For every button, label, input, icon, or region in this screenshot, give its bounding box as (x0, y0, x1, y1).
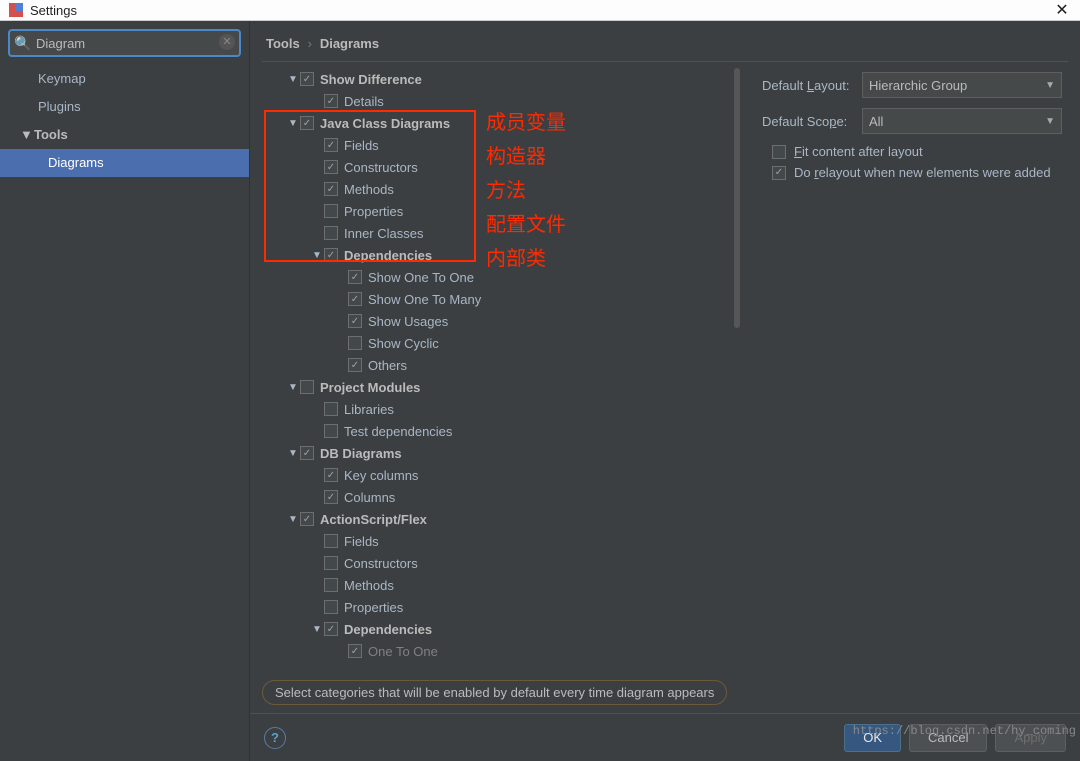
tree-node-show-one-to-one[interactable]: Show One To One (368, 270, 474, 285)
default-layout-dropdown[interactable]: Hierarchic Group ▼ (862, 72, 1062, 98)
checkbox[interactable] (772, 145, 786, 159)
tree-pane: ▼ Show Difference Details ▼ Java Class Dia… (262, 61, 742, 668)
checkbox[interactable] (324, 424, 338, 438)
tree-node-show-one-to-many[interactable]: Show One To Many (368, 292, 481, 307)
chevron-down-icon: ▼ (20, 125, 30, 145)
tree-node-as-fields[interactable]: Fields (344, 534, 379, 549)
default-scope-label: Default Scope: (762, 114, 862, 129)
do-relayout-label: Do relayout when new elements were added (794, 165, 1051, 180)
tree-node-dependencies[interactable]: Dependencies (344, 248, 432, 263)
chevron-down-icon[interactable]: ▼ (286, 448, 300, 459)
checkbox[interactable] (324, 138, 338, 152)
checkbox[interactable] (348, 644, 362, 658)
tree-node-actionscript-flex[interactable]: ActionScript/Flex (320, 512, 427, 527)
checkbox[interactable] (324, 578, 338, 592)
sidebar: 🔍 ✕ Keymap Plugins ▼ Tools Diagrams (0, 21, 250, 761)
tree-node-details[interactable]: Details (344, 94, 384, 109)
clear-search-icon[interactable]: ✕ (219, 34, 235, 50)
right-pane: Default Layout: Hierarchic Group ▼ Defau… (742, 61, 1068, 668)
tree-node-db-diagrams[interactable]: DB Diagrams (320, 446, 402, 461)
checkbox[interactable] (324, 160, 338, 174)
default-scope-dropdown[interactable]: All ▼ (862, 108, 1062, 134)
default-layout-label: Default Layout: (762, 78, 862, 93)
fit-content-label: Fit content after layout (794, 144, 923, 159)
checkbox[interactable] (324, 468, 338, 482)
chevron-down-icon[interactable]: ▼ (286, 382, 300, 393)
breadcrumb: Tools › Diagrams (250, 21, 1080, 61)
checkbox[interactable] (324, 490, 338, 504)
sidebar-item-diagrams[interactable]: Diagrams (0, 149, 249, 177)
checkbox[interactable] (772, 166, 786, 180)
checkbox[interactable] (300, 380, 314, 394)
sidebar-item-plugins[interactable]: Plugins (0, 93, 249, 121)
checkbox[interactable] (300, 512, 314, 526)
breadcrumb-leaf: Diagrams (320, 36, 379, 51)
chevron-down-icon[interactable]: ▼ (286, 118, 300, 129)
checkbox[interactable] (324, 204, 338, 218)
checkbox[interactable] (324, 248, 338, 262)
checkbox[interactable] (324, 94, 338, 108)
chevron-down-icon[interactable]: ▼ (286, 514, 300, 525)
tree-node-java-class-diagrams[interactable]: Java Class Diagrams (320, 116, 450, 131)
tree-node-key-columns[interactable]: Key columns (344, 468, 418, 483)
tree-node-as-one-to-one[interactable]: One To One (368, 644, 438, 659)
checkbox[interactable] (348, 314, 362, 328)
search-icon: 🔍 (14, 35, 31, 52)
checkbox[interactable] (348, 270, 362, 284)
tree-node-as-constructors[interactable]: Constructors (344, 556, 418, 571)
tree-node-fields[interactable]: Fields (344, 138, 379, 153)
tree-node-show-cyclic[interactable]: Show Cyclic (368, 336, 439, 351)
watermark: https://blog.csdn.net/hy_coming (853, 724, 1076, 738)
tree-node-show-usages[interactable]: Show Usages (368, 314, 448, 329)
close-icon[interactable]: ✕ (1052, 0, 1072, 20)
search-input[interactable] (8, 29, 241, 57)
tree-node-as-properties[interactable]: Properties (344, 600, 403, 615)
sidebar-item-tools[interactable]: ▼ Tools (0, 121, 249, 149)
tree-node-inner-classes[interactable]: Inner Classes (344, 226, 423, 241)
help-icon[interactable]: ? (264, 727, 286, 749)
checkbox[interactable] (324, 226, 338, 240)
checkbox[interactable] (348, 336, 362, 350)
tree-node-properties[interactable]: Properties (344, 204, 403, 219)
tree-node-test-dependencies[interactable]: Test dependencies (344, 424, 452, 439)
breadcrumb-root: Tools (266, 36, 300, 51)
checkbox[interactable] (324, 402, 338, 416)
fit-content-checkbox-row[interactable]: Fit content after layout (772, 144, 1068, 159)
checkbox[interactable] (324, 534, 338, 548)
breadcrumb-separator: › (308, 36, 312, 51)
tree-node-show-difference[interactable]: Show Difference (320, 72, 422, 87)
chevron-down-icon[interactable]: ▼ (310, 624, 324, 635)
chevron-down-icon: ▼ (1045, 80, 1055, 91)
checkbox[interactable] (300, 72, 314, 86)
hint-text: Select categories that will be enabled b… (262, 680, 727, 705)
checkbox[interactable] (324, 600, 338, 614)
checkbox[interactable] (348, 292, 362, 306)
window-title: Settings (30, 3, 1052, 18)
tree-node-others[interactable]: Others (368, 358, 407, 373)
tree-node-columns[interactable]: Columns (344, 490, 395, 505)
do-relayout-checkbox-row[interactable]: Do relayout when new elements were added (772, 165, 1068, 180)
checkbox[interactable] (324, 182, 338, 196)
checkbox[interactable] (324, 556, 338, 570)
sidebar-item-keymap[interactable]: Keymap (0, 65, 249, 93)
tree-node-as-methods[interactable]: Methods (344, 578, 394, 593)
titlebar: Settings ✕ (0, 0, 1080, 21)
checkbox[interactable] (300, 116, 314, 130)
chevron-down-icon[interactable]: ▼ (310, 250, 324, 261)
chevron-down-icon[interactable]: ▼ (286, 74, 300, 85)
checkbox[interactable] (348, 358, 362, 372)
select-value: All (869, 114, 883, 129)
tree-node-methods[interactable]: Methods (344, 182, 394, 197)
sidebar-item-label: Tools (34, 127, 68, 142)
scrollbar[interactable] (734, 68, 740, 328)
tree-node-constructors[interactable]: Constructors (344, 160, 418, 175)
checkbox[interactable] (324, 622, 338, 636)
select-value: Hierarchic Group (869, 78, 967, 93)
tree-node-libraries[interactable]: Libraries (344, 402, 394, 417)
tree-node-as-dependencies[interactable]: Dependencies (344, 622, 432, 637)
app-icon (8, 2, 24, 18)
chevron-down-icon: ▼ (1045, 116, 1055, 127)
tree-node-project-modules[interactable]: Project Modules (320, 380, 420, 395)
checkbox[interactable] (300, 446, 314, 460)
